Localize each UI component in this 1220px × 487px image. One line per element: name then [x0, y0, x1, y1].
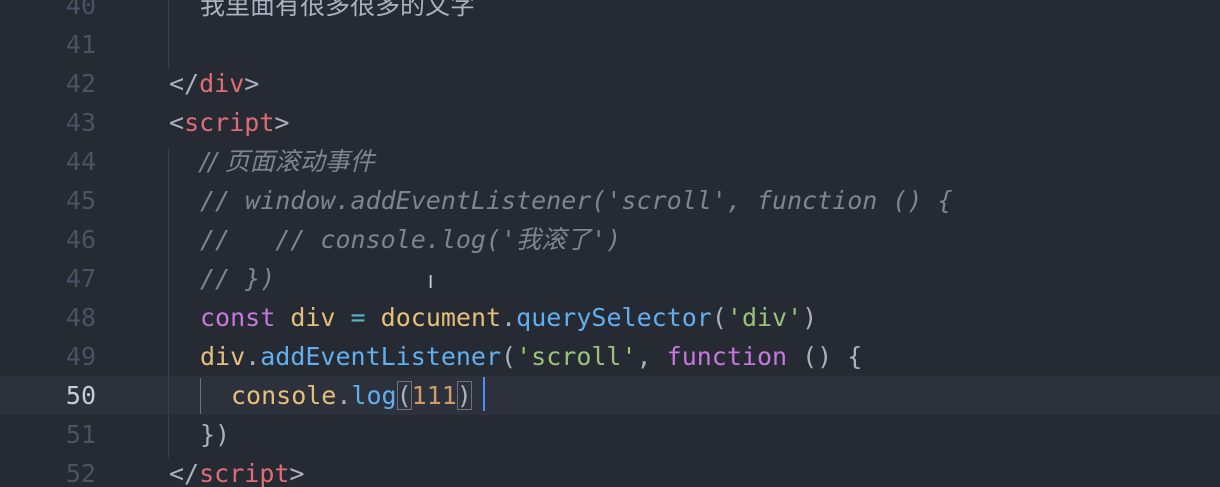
- code-line[interactable]: 48 const div = document.querySelector('di…: [0, 298, 1220, 337]
- line-number: 45: [65, 186, 96, 215]
- code-token-var: console: [231, 381, 337, 410]
- line-number: 42: [65, 69, 96, 98]
- code-token-punct: >: [244, 69, 260, 98]
- code-token-punct: </: [169, 459, 200, 487]
- code-token-tag: script: [184, 108, 275, 137]
- code-content: <script>: [169, 103, 289, 142]
- code-line[interactable]: 44 // 页面滚动事件: [0, 142, 1220, 181]
- code-token-punct: ): [802, 303, 818, 332]
- code-token-punct: .: [245, 342, 261, 371]
- code-content: // window.addEventListener('scroll', fun…: [200, 181, 953, 220]
- code-token-string: 'div': [726, 303, 803, 332]
- code-line[interactable]: 41: [0, 25, 1220, 64]
- indent-guide-script-block: [168, 149, 169, 458]
- line-number: 46: [65, 225, 96, 254]
- code-token-plain: 我里面有很多很多的文字: [200, 0, 476, 20]
- code-content: div.addEventListener('scroll', function …: [200, 337, 862, 376]
- code-line[interactable]: 40 我里面有很多很多的文字: [0, 0, 1220, 25]
- line-number: 43: [65, 108, 96, 137]
- code-token-comment: // 页面滚动事件: [200, 147, 375, 176]
- code-token-punct: ): [456, 381, 472, 410]
- code-token-tag: div: [199, 69, 245, 98]
- code-token-punct: >: [274, 108, 290, 137]
- code-token-comment: // // console.log('我滚了'): [200, 225, 622, 254]
- code-token-punct: <: [169, 108, 185, 137]
- code-line[interactable]: 43 <script>: [0, 103, 1220, 142]
- line-number: 51: [65, 420, 96, 449]
- code-token-punct: (: [711, 303, 727, 332]
- code-content: }): [200, 415, 230, 454]
- code-token-punct: .: [501, 303, 517, 332]
- code-line[interactable]: 51}): [0, 415, 1220, 454]
- mouse-ibeam-icon: I: [428, 272, 434, 293]
- code-line[interactable]: 50 console.log(111): [0, 376, 1220, 415]
- code-token-punct: }): [200, 420, 231, 449]
- code-line[interactable]: 45 // window.addEventListener('scroll', f…: [0, 181, 1220, 220]
- code-token-var: document: [380, 303, 502, 332]
- code-token-string: 'scroll': [516, 342, 637, 371]
- text-cursor: [483, 377, 485, 411]
- code-content: const div = document.querySelector('div'…: [200, 298, 817, 337]
- line-number: 44: [65, 147, 96, 176]
- code-token-comment: // }): [200, 264, 276, 293]
- code-token-func: addEventListener: [260, 342, 502, 371]
- code-content: // 页面滚动事件: [200, 142, 375, 181]
- code-token-var: div: [290, 303, 336, 332]
- code-content: console.log(111): [231, 376, 472, 415]
- code-token-punct: () {: [787, 342, 863, 371]
- code-token-number: 111: [411, 381, 457, 410]
- code-token-func: querySelector: [516, 303, 712, 332]
- code-token-var: div: [200, 342, 246, 371]
- code-token-op: =: [350, 303, 366, 332]
- code-content: 我里面有很多很多的文字: [200, 0, 475, 25]
- line-number: 47: [65, 264, 96, 293]
- indent-guide-div-block: [168, 0, 169, 69]
- line-number: 52: [65, 459, 96, 487]
- code-content: </script>: [169, 454, 304, 487]
- code-token-punct: .: [336, 381, 352, 410]
- line-number: 49: [65, 342, 96, 371]
- code-token-punct: (: [396, 381, 412, 410]
- code-token-punct: >: [289, 459, 305, 487]
- line-number: 50: [65, 381, 96, 410]
- code-line[interactable]: 49 div.addEventListener('scroll', functio…: [0, 337, 1220, 376]
- code-line[interactable]: 47 // }): [0, 259, 1220, 298]
- code-token-punct: (: [501, 342, 517, 371]
- code-token-comment: // window.addEventListener('scroll', fun…: [200, 186, 953, 215]
- code-token-func: log: [351, 381, 397, 410]
- line-number: 41: [65, 30, 96, 59]
- code-token-tag: script: [199, 459, 290, 487]
- code-line[interactable]: 42 </div>: [0, 64, 1220, 103]
- code-line[interactable]: 46 // // console.log('我滚了'): [0, 220, 1220, 259]
- code-token-keyword: function: [666, 342, 788, 371]
- code-token-punct: </: [169, 69, 200, 98]
- code-editor[interactable]: 40 我里面有很多很多的文字 41 42 </div> 43 <script> 44// 页面…: [0, 0, 1220, 487]
- code-token-punct: ,: [636, 342, 667, 371]
- code-content: // // console.log('我滚了'): [200, 220, 621, 259]
- code-token-keyword: const: [200, 303, 276, 332]
- code-content: </div>: [169, 64, 259, 103]
- line-number: 40: [65, 0, 96, 20]
- code-content: // }): [200, 259, 275, 298]
- indent-guide-function-body: [200, 378, 201, 414]
- code-line[interactable]: 52 </script>: [0, 454, 1220, 487]
- line-number: 48: [65, 303, 96, 332]
